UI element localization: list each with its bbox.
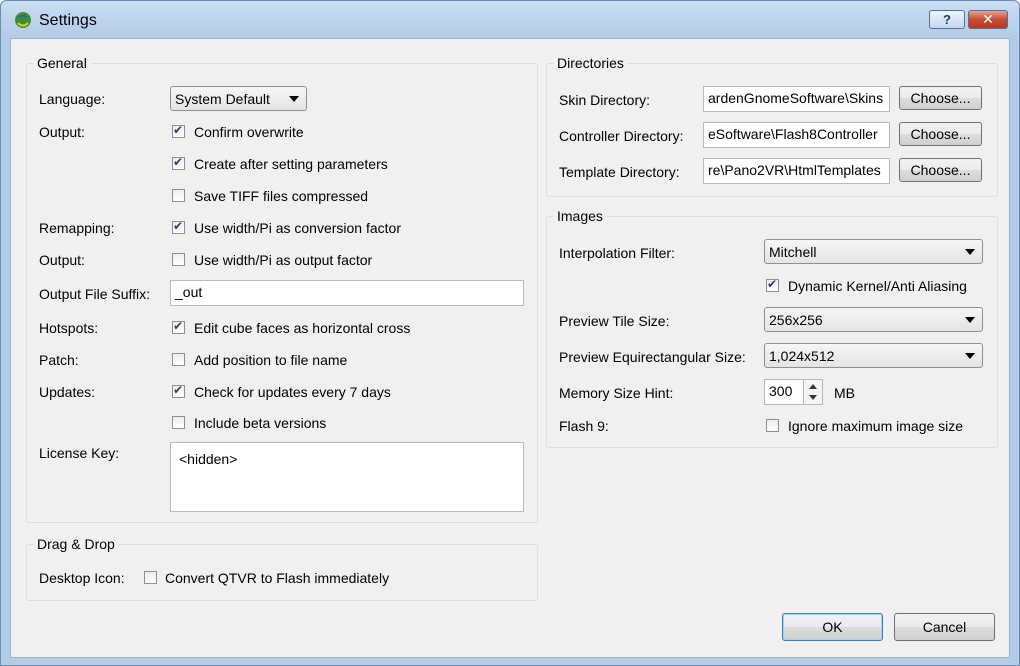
output-suffix-label: Output File Suffix: <box>39 286 151 302</box>
hotspots-label: Hotspots: <box>39 320 99 336</box>
window-title: Settings <box>39 12 97 29</box>
skin-directory-input[interactable]: ardenGnomeSoftware\Skins <box>703 86 890 112</box>
preview-tile-size-select[interactable]: 256x256 <box>764 307 983 332</box>
preview-equirect-size-label: Preview Equirectangular Size: <box>559 349 746 365</box>
add-position-label: Add position to file name <box>194 352 348 368</box>
chevron-down-icon <box>965 317 975 323</box>
check-updates-label: Check for updates every 7 days <box>194 384 391 400</box>
license-key-textarea[interactable]: <hidden> <box>170 442 524 512</box>
images-group-title: Images <box>553 208 607 224</box>
cancel-button[interactable]: Cancel <box>894 613 995 641</box>
dynamic-kernel-checkbox[interactable] <box>766 277 779 292</box>
use-width-pi-output-label: Use width/Pi as output factor <box>194 252 373 268</box>
preview-equirect-size-value: 1,024x512 <box>769 348 835 364</box>
settings-window: Settings ? ✕ General Language: System De… <box>0 0 1020 666</box>
output-label: Output: <box>39 124 85 140</box>
output-suffix-input[interactable]: _out <box>170 280 524 306</box>
dialog-body: General Language: System Default Output:… <box>10 38 1010 658</box>
use-width-pi-conversion-label: Use width/Pi as conversion factor <box>194 220 401 236</box>
updates-label: Updates: <box>39 384 96 400</box>
use-width-pi-output-checkbox[interactable] <box>172 253 185 266</box>
output-factor-label: Output: <box>39 252 85 268</box>
template-choose-button[interactable]: Choose... <box>899 158 982 182</box>
edit-cube-faces-checkbox[interactable] <box>172 319 185 334</box>
ok-button[interactable]: OK <box>782 613 883 641</box>
close-button[interactable]: ✕ <box>968 10 1008 29</box>
convert-qtvr-checkbox[interactable] <box>144 571 157 584</box>
add-position-checkbox[interactable] <box>172 353 185 366</box>
language-select[interactable]: System Default <box>170 86 307 111</box>
interpolation-filter-value: Mitchell <box>769 244 817 260</box>
interpolation-filter-select[interactable]: Mitchell <box>764 239 983 264</box>
interpolation-filter-label: Interpolation Filter: <box>559 245 675 261</box>
preview-tile-size-value: 256x256 <box>769 312 823 328</box>
spin-up-icon[interactable] <box>809 384 817 389</box>
use-width-pi-conversion-checkbox[interactable] <box>172 219 185 234</box>
controller-choose-button[interactable]: Choose... <box>899 122 982 146</box>
memory-size-hint-label: Memory Size Hint: <box>559 385 674 401</box>
language-value: System Default <box>175 91 270 107</box>
include-beta-checkbox[interactable] <box>172 416 185 429</box>
preview-equirect-size-select[interactable]: 1,024x512 <box>764 343 983 368</box>
memory-unit-label: MB <box>834 385 855 401</box>
create-after-checkbox[interactable] <box>172 155 185 170</box>
patch-label: Patch: <box>39 352 79 368</box>
edit-cube-faces-label: Edit cube faces as horizontal cross <box>194 320 411 336</box>
chevron-down-icon <box>965 249 975 255</box>
spin-down-icon[interactable] <box>809 395 817 400</box>
help-button[interactable]: ? <box>929 10 965 29</box>
controller-directory-value: eSoftware\Flash8Controller <box>708 126 878 142</box>
confirm-overwrite-label: Confirm overwrite <box>194 124 304 140</box>
chevron-down-icon <box>289 96 299 102</box>
license-key-label: License Key: <box>39 445 120 461</box>
ignore-max-size-checkbox[interactable] <box>766 419 779 432</box>
controller-directory-input[interactable]: eSoftware\Flash8Controller <box>703 122 890 148</box>
preview-tile-size-label: Preview Tile Size: <box>559 313 670 329</box>
dynamic-kernel-label: Dynamic Kernel/Anti Aliasing <box>788 278 967 294</box>
skin-directory-label: Skin Directory: <box>559 92 651 108</box>
save-tiff-label: Save TIFF files compressed <box>194 188 369 204</box>
skin-choose-button[interactable]: Choose... <box>899 86 982 110</box>
language-label: Language: <box>39 91 106 107</box>
desktop-icon-label: Desktop Icon: <box>39 570 125 586</box>
flash9-label: Flash 9: <box>559 418 609 434</box>
memory-size-spinner[interactable] <box>803 379 823 405</box>
title-bar[interactable]: Settings ? ✕ <box>1 1 1019 39</box>
dragdrop-group-title: Drag & Drop <box>33 536 119 552</box>
convert-qtvr-label: Convert QTVR to Flash immediately <box>165 570 390 586</box>
check-updates-checkbox[interactable] <box>172 383 185 398</box>
confirm-overwrite-checkbox[interactable] <box>172 123 185 138</box>
remapping-label: Remapping: <box>39 220 115 236</box>
template-directory-input[interactable]: re\Pano2VR\HtmlTemplates <box>703 158 890 184</box>
controller-directory-label: Controller Directory: <box>559 128 684 144</box>
template-directory-value: re\Pano2VR\HtmlTemplates <box>708 162 881 178</box>
include-beta-label: Include beta versions <box>194 415 327 431</box>
general-group-title: General <box>33 55 91 71</box>
app-icon <box>15 12 31 28</box>
directories-group-title: Directories <box>553 55 628 71</box>
ignore-max-size-label: Ignore maximum image size <box>788 418 964 434</box>
template-directory-label: Template Directory: <box>559 164 680 180</box>
create-after-label: Create after setting parameters <box>194 156 388 172</box>
chevron-down-icon <box>965 353 975 359</box>
skin-directory-value: ardenGnomeSoftware\Skins <box>708 90 884 106</box>
memory-size-input[interactable]: 300 <box>764 379 804 405</box>
save-tiff-checkbox[interactable] <box>172 189 185 202</box>
